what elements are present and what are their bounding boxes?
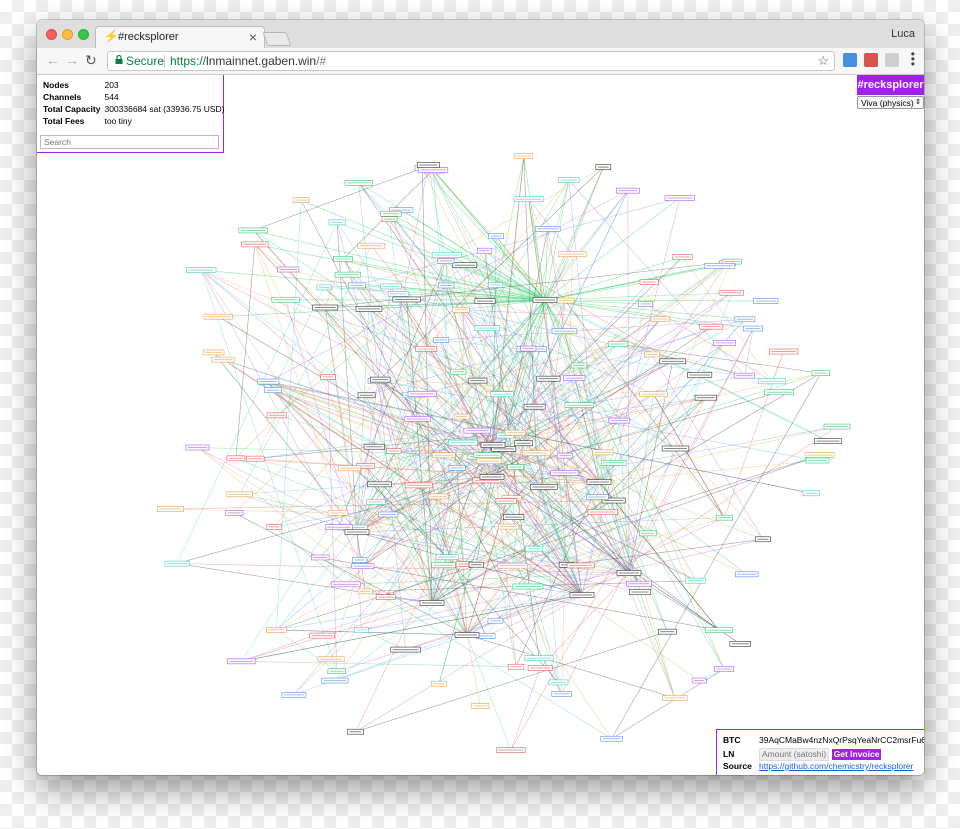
stats-row-channels: Channels 544 — [43, 92, 119, 102]
browser-window: ⚡ #recksplorer × Luca ← → ↻ Secure https… — [37, 20, 924, 775]
lightning-icon: ⚡ — [104, 29, 119, 43]
ln-row: LN Amount (satoshi) Get Invoice — [723, 748, 882, 761]
address-divider — [164, 55, 165, 68]
channel-edge — [324, 307, 350, 469]
channel-edge — [361, 594, 583, 631]
page-viewport: Nodes 203 Channels 544 Total Capacity 30033… — [37, 75, 924, 775]
stats-row-capacity: Total Capacity 300336684 sat (33936.75 US… — [43, 104, 225, 114]
stats-panel: Nodes 203 Channels 544 Total Capacity 30033… — [37, 75, 227, 153]
btc-address[interactable]: 39AqCMaBw4nzNxQrPsqYeaNrCC2msrFu6Y — [759, 735, 924, 745]
channel-edge — [568, 179, 745, 376]
lock-icon — [115, 55, 123, 64]
extension-shield-icon[interactable] — [843, 53, 857, 67]
source-link[interactable]: https://github.com/chemicstry/recksplore… — [759, 761, 913, 771]
channel-edge — [235, 293, 399, 459]
url-text[interactable]: https://lnmainnet.gaben.win/# — [170, 54, 326, 68]
channel-edge — [628, 328, 754, 574]
stats-table: Nodes 203 Channels 544 Total Capacity 30033… — [41, 79, 227, 127]
stats-row-fees: Total Fees too tiny — [43, 116, 132, 126]
extension-cast-icon[interactable] — [885, 53, 899, 67]
channel-edge — [200, 269, 433, 604]
channel-edge — [334, 634, 468, 681]
channel-edge — [581, 261, 733, 596]
channel-edge — [254, 415, 278, 459]
channel-edge — [617, 343, 821, 374]
channel-edge — [377, 166, 604, 381]
tab-strip: ⚡ #recksplorer × Luca — [37, 20, 924, 48]
channel-edge — [544, 299, 766, 302]
new-tab-button[interactable] — [262, 32, 292, 46]
channel-edge — [544, 253, 573, 301]
address-bar[interactable]: Secure https://lnmainnet.gaben.win/# ☆ — [107, 51, 835, 71]
channel-edge — [355, 594, 583, 732]
channel-edge — [235, 244, 256, 459]
channel-edge — [611, 373, 822, 739]
profile-name[interactable]: Luca — [891, 28, 915, 40]
channel-edge — [653, 394, 725, 518]
graph-edges — [170, 156, 838, 751]
back-arrow-icon[interactable]: ← — [46, 52, 60, 68]
close-tab-icon[interactable]: × — [249, 29, 257, 45]
bookmark-star-icon[interactable]: ☆ — [817, 53, 829, 69]
layout-select-value: Viva (physics) — [861, 98, 914, 108]
btc-row: BTC 39AqCMaBw4nzNxQrPsqYeaNrCC2msrFu6Y — [723, 735, 924, 746]
donate-panel: BTC 39AqCMaBw4nzNxQrPsqYeaNrCC2msrFu6Y LN… — [716, 729, 924, 775]
channel-edge — [276, 602, 433, 631]
channel-edge — [544, 281, 650, 301]
search-input[interactable] — [40, 135, 219, 149]
secure-label: Secure — [126, 54, 165, 68]
channel-edge — [241, 661, 517, 668]
extension-red-icon[interactable] — [864, 53, 878, 67]
channel-edge — [361, 538, 764, 631]
stats-row-nodes: Nodes 203 — [43, 80, 119, 90]
forward-arrow-icon[interactable]: → — [65, 52, 79, 68]
channel-edge — [598, 481, 720, 631]
browser-toolbar: ← → ↻ Secure https://lnmainnet.gaben.win… — [37, 48, 924, 75]
channel-edge — [466, 634, 512, 751]
minimize-window-button[interactable] — [62, 29, 73, 40]
select-arrows-icon: ⇕ — [915, 99, 921, 106]
channel-edge — [334, 481, 600, 681]
channel-edge — [682, 256, 773, 382]
zoom-window-button[interactable] — [78, 29, 89, 40]
layout-select[interactable]: Viva (physics) ⇕ — [857, 96, 924, 109]
tab-recksplorer[interactable]: ⚡ #recksplorer × — [95, 26, 265, 48]
source-row: Source https://github.com/chemicstry/reck… — [723, 761, 914, 771]
channel-edge — [170, 508, 338, 514]
close-window-button[interactable] — [46, 29, 57, 40]
channel-edge — [485, 594, 583, 637]
channel-edge — [744, 328, 754, 376]
network-graph[interactable] — [37, 75, 924, 775]
channel-edge — [300, 199, 546, 301]
brand-badge: #recksplorer — [857, 75, 924, 95]
get-invoice-button[interactable]: Get Invoice — [831, 749, 882, 760]
channel-edge — [406, 299, 676, 449]
channel-edge — [544, 197, 680, 301]
tab-title: #recksplorer — [118, 31, 179, 43]
channel-edge — [544, 256, 683, 301]
channel-edge — [200, 270, 338, 672]
amount-input[interactable]: Amount (satoshi) — [759, 748, 830, 761]
reload-icon[interactable]: ↻ — [85, 52, 97, 69]
browser-menu-icon[interactable]: • • • — [911, 48, 915, 70]
